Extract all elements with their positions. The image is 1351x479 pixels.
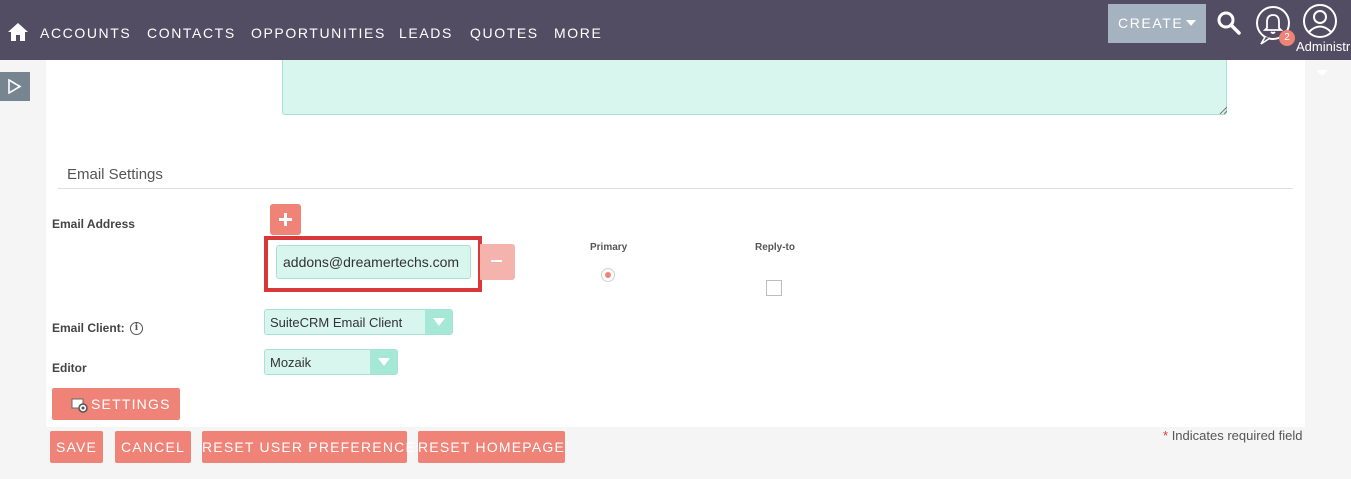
primary-radio[interactable] <box>601 268 615 282</box>
signature-textarea[interactable] <box>282 60 1227 115</box>
home-icon[interactable] <box>7 22 29 42</box>
section-divider <box>58 188 1293 189</box>
top-navigation-bar: ACCOUNTS CONTACTS OPPORTUNITIES LEADS QU… <box>0 0 1351 60</box>
create-button-label: CREATE <box>1118 15 1184 31</box>
cancel-button[interactable]: CANCEL <box>115 431 191 463</box>
nav-more[interactable]: MORE <box>554 24 602 42</box>
nav-leads[interactable]: LEADS <box>399 24 453 42</box>
required-note-text: Indicates required field <box>1171 428 1303 443</box>
sidebar-toggle-button[interactable] <box>0 72 30 101</box>
resize-handle-icon[interactable] <box>1219 106 1227 114</box>
dropdown-arrow-icon <box>433 318 445 326</box>
edit-form-panel <box>46 60 1305 427</box>
user-icon[interactable] <box>1302 3 1338 39</box>
dropdown-arrow-icon <box>378 358 390 366</box>
nav-quotes[interactable]: QUOTES <box>470 24 539 42</box>
right-margin <box>1305 60 1351 427</box>
minus-icon <box>491 260 502 262</box>
info-icon[interactable]: i <box>130 322 143 335</box>
email-client-label: Email Client: <box>52 321 125 335</box>
save-button[interactable]: SAVE <box>50 431 103 463</box>
reply-to-checkbox[interactable] <box>766 280 782 296</box>
editor-label: Editor <box>52 361 87 375</box>
reset-homepage-button[interactable]: RESET HOMEPAGE <box>418 431 565 463</box>
user-name-label[interactable]: Administr <box>1296 39 1350 54</box>
reply-to-column-label: Reply-to <box>755 242 795 253</box>
chevron-down-icon[interactable] <box>1316 70 1328 76</box>
settings-button[interactable]: SETTINGS <box>52 388 180 420</box>
create-button[interactable]: CREATE <box>1108 4 1206 43</box>
editor-value: Mozaik <box>270 355 312 370</box>
email-client-value: SuiteCRM Email Client <box>270 315 403 330</box>
email-address-input[interactable] <box>276 245 471 279</box>
editor-select[interactable]: Mozaik <box>264 349 398 375</box>
section-title-email-settings: Email Settings <box>67 166 163 183</box>
sidebar-toggle-icon <box>8 79 22 94</box>
search-icon[interactable] <box>1216 10 1242 36</box>
remove-email-button[interactable] <box>480 244 515 280</box>
settings-button-label: SETTINGS <box>91 396 171 412</box>
required-star: * <box>1163 428 1169 443</box>
add-email-button[interactable] <box>270 204 301 235</box>
notification-count-badge: 2 <box>1279 30 1295 46</box>
left-margin <box>0 60 46 427</box>
nav-accounts[interactable]: ACCOUNTS <box>40 24 131 42</box>
email-address-label: Email Address <box>52 217 135 231</box>
chevron-down-icon <box>1186 20 1196 26</box>
gear-icon <box>71 398 88 413</box>
email-client-select[interactable]: SuiteCRM Email Client <box>264 309 453 335</box>
nav-contacts[interactable]: CONTACTS <box>147 24 236 42</box>
primary-column-label: Primary <box>590 242 628 253</box>
radio-selected-dot <box>605 272 611 278</box>
nav-opportunities[interactable]: OPPORTUNITIES <box>251 24 386 42</box>
required-field-note: * Indicates required field <box>1163 428 1303 443</box>
reset-user-preferences-button[interactable]: RESET USER PREFERENCES <box>202 431 425 463</box>
